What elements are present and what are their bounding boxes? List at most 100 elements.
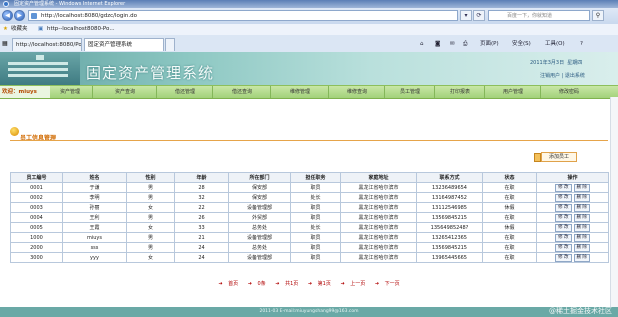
section-divider (10, 140, 608, 141)
table-cell: 处长 (290, 222, 341, 233)
add-staff-button[interactable]: 添加员工 (534, 152, 577, 162)
edit-button[interactable]: 修 改 (555, 214, 572, 222)
pager-record-count: ➜ 0条 (246, 281, 268, 287)
mail-icon[interactable]: ✉ (450, 39, 455, 49)
pager-first-page[interactable]: ➜ 首页 (216, 281, 240, 287)
table-cell: 24 (174, 242, 229, 253)
table-cell: 26 (174, 212, 229, 223)
home-icon[interactable]: ⌂ (420, 39, 424, 49)
system-title: 固定资产管理系统 (86, 64, 215, 82)
table-cell: 黑龙江省哈尔滨市 (340, 252, 417, 263)
menu-print-report[interactable]: 打印报表 (434, 86, 485, 98)
logout-user-link[interactable]: 注销用户 (540, 73, 560, 79)
welcome-text: 欢迎：miuys (0, 86, 50, 98)
tab-asset-system[interactable]: 固定资产管理系统 (84, 38, 164, 51)
search-icon[interactable]: ⚲ (592, 10, 604, 21)
delete-button[interactable]: 删 除 (573, 214, 590, 222)
table-cell: 13569845215 (416, 242, 483, 253)
table-cell: 13265412365 (416, 232, 483, 243)
menu-user-management[interactable]: 用户管理 (484, 86, 541, 98)
pager-label: 首页 (228, 281, 239, 287)
refresh-icon[interactable]: ⟳ (473, 10, 485, 21)
menu-staff-management[interactable]: 员工管理 (384, 86, 435, 98)
column-header: 所在部门 (228, 172, 291, 183)
window-title-bar: 固定资产管理系统 - Windows Internet Explorer (0, 0, 618, 8)
tab-localhost[interactable]: http://localhost:8080/Po... (12, 38, 82, 51)
pager-label: 第1页 (317, 281, 331, 287)
table-row: 0001 于谦男 28 保安部 职员 黑龙江省哈尔滨市 13236489654 在职修 改删 … (10, 182, 609, 193)
table-cell: 0001 (10, 182, 63, 193)
menu-asset-query[interactable]: 资产查询 (92, 86, 157, 98)
delete-button[interactable]: 删 除 (573, 184, 590, 192)
edit-button[interactable]: 修 改 (555, 254, 572, 262)
table-cell: 21 (174, 232, 229, 243)
pager-arrow-icon: ➜ (218, 281, 223, 287)
menu-change-password[interactable]: 修改密码 (540, 86, 597, 98)
exit-system-link[interactable]: 退出系统 (565, 73, 585, 79)
table-cell: 女 (126, 202, 175, 213)
footer-text: 2011-03 E-mail:miuyungshang99@163.com (259, 309, 359, 314)
delete-button[interactable]: 删 除 (573, 244, 590, 252)
actions-cell: 修 改删 除 (536, 212, 609, 223)
vertical-scrollbar[interactable] (610, 97, 618, 307)
delete-button[interactable]: 删 除 (573, 224, 590, 232)
new-tab-button[interactable] (165, 38, 175, 51)
dropdown-arrow-icon[interactable]: ▾ (460, 10, 472, 21)
weekday-text: 星期四 (567, 60, 583, 66)
table-cell: 孙丽 (62, 202, 127, 213)
rss-icon[interactable]: ◙ (435, 39, 440, 49)
table-cell: 黑龙江省哈尔滨市 (340, 202, 417, 213)
delete-button[interactable]: 删 除 (573, 254, 590, 262)
table-header-row: 员工编号 姓名 性别 年龄 所在部门 担任职务 家庭地址 联系方式 状态 操作 (10, 172, 609, 183)
table-cell: 男 (126, 242, 175, 253)
edit-button[interactable]: 修 改 (555, 224, 572, 232)
table-cell: 女 (126, 222, 175, 233)
staff-table: 员工编号 姓名 性别 年龄 所在部门 担任职务 家庭地址 联系方式 状态 操作 … (10, 172, 609, 263)
pager: ➜ 首页 ➜ 0条 ➜ 共1页 ➜ 第1页 ➜ 上一页 ➜ 下一页 (0, 280, 618, 287)
print-icon[interactable]: ⎙ (463, 39, 467, 49)
pager-label: 上一页 (350, 281, 366, 287)
edit-button[interactable]: 修 改 (555, 234, 572, 242)
menu-asset-management[interactable]: 资产管理 (50, 86, 90, 98)
menu-borrow-management[interactable]: 借还管理 (156, 86, 213, 98)
column-header: 姓名 (62, 172, 127, 183)
favorites-button[interactable]: 收藏夹 (11, 24, 28, 35)
url-input[interactable]: http://localhost:8080/gdzc/login.do (28, 10, 458, 21)
address-bar: ◀ ▶ http://localhost:8080/gdzc/login.do … (0, 8, 618, 25)
page-menu[interactable]: 页面(P) (480, 39, 499, 49)
quick-tabs-icon[interactable]: ▦ (2, 40, 8, 47)
table-cell: 黑龙江省哈尔滨市 (340, 242, 417, 253)
edit-button[interactable]: 修 改 (555, 244, 572, 252)
table-cell: 处长 (290, 192, 341, 203)
edit-button[interactable]: 修 改 (555, 204, 572, 212)
tools-menu[interactable]: 工具(O) (545, 39, 565, 49)
table-cell: 33 (174, 222, 229, 233)
edit-button[interactable]: 修 改 (555, 184, 572, 192)
pager-label: 0条 (257, 281, 266, 287)
menu-repair-management[interactable]: 维修管理 (270, 86, 329, 98)
menu-repair-query[interactable]: 维修查询 (328, 86, 385, 98)
safety-menu[interactable]: 安全(S) (512, 39, 531, 49)
back-arrow-icon[interactable]: ◀ (2, 10, 13, 21)
search-input[interactable]: 百度一下，你就知道 (488, 10, 590, 21)
favorite-link[interactable]: http--localhost8080-Po... (47, 24, 115, 35)
column-header: 性别 (126, 172, 175, 183)
delete-button[interactable]: 删 除 (573, 204, 590, 212)
table-cell: 王利 (62, 212, 127, 223)
pager-arrow-icon: ➜ (275, 281, 280, 287)
help-menu[interactable]: ? (580, 39, 583, 49)
delete-button[interactable]: 删 除 (573, 234, 590, 242)
delete-button[interactable]: 删 除 (573, 194, 590, 202)
table-row: 2000 sss 男 24 总务处 职员 黑龙江省哈尔滨市 13569845215 在职修 改删… (10, 242, 609, 253)
forward-arrow-icon[interactable]: ▶ (14, 10, 25, 21)
table-cell: 3000 (10, 252, 63, 263)
table-cell: 总务处 (228, 242, 291, 253)
actions-cell: 修 改删 除 (536, 182, 609, 193)
table-cell: 于谦 (62, 182, 127, 193)
table-cell: 女 (126, 252, 175, 263)
pager-prev-page[interactable]: ➜ 上一页 (338, 281, 367, 287)
pager-next-page[interactable]: ➜ 下一页 (373, 281, 402, 287)
table-cell: 男 (126, 212, 175, 223)
edit-button[interactable]: 修 改 (555, 194, 572, 202)
menu-borrow-query[interactable]: 借还查询 (212, 86, 271, 98)
